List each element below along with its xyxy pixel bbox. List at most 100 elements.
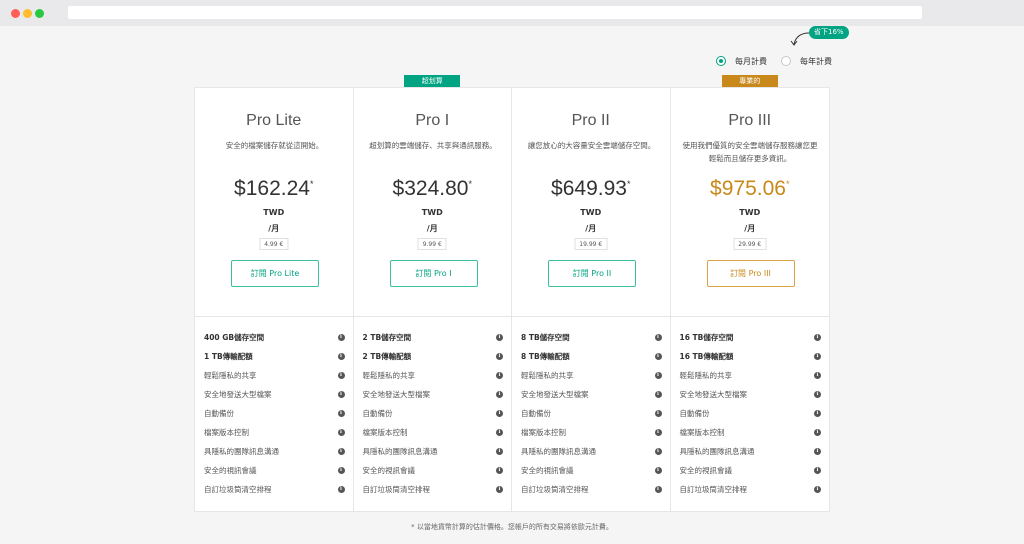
plan-period: /月 xyxy=(426,224,438,233)
plan-eur-price: 19.99 € xyxy=(574,238,608,250)
plan-currency: TWD xyxy=(421,208,443,217)
plan-tag: 專業的 xyxy=(721,75,778,87)
info-icon[interactable]: i xyxy=(654,448,662,455)
divider xyxy=(353,316,511,317)
feature-item: 自訂垃圾筒清空排程 i xyxy=(680,480,821,499)
close-window-icon[interactable] xyxy=(11,9,20,18)
info-icon[interactable]: i xyxy=(814,448,821,455)
monthly-label: 每月計費 xyxy=(735,56,767,66)
feature-item: 安全地發送大型檔案 i xyxy=(680,385,821,404)
info-icon[interactable]: i xyxy=(654,334,662,341)
info-icon[interactable]: i xyxy=(496,410,503,417)
info-icon[interactable]: i xyxy=(337,448,345,455)
info-icon[interactable]: i xyxy=(814,334,821,341)
subscribe-pro-ii-button[interactable]: 訂閱 Pro II xyxy=(548,260,636,287)
feature-item: 自動備份 i xyxy=(363,404,503,423)
feature-item: 2 TB傳輸配額 i xyxy=(363,347,503,366)
info-icon[interactable]: i xyxy=(337,467,345,474)
plan-currency: TWD xyxy=(580,208,602,217)
plan-description: 超划算的雲端儲存、共享與通訊服務。 xyxy=(369,141,497,150)
yearly-radio[interactable] xyxy=(781,56,791,66)
info-icon[interactable]: i xyxy=(654,353,662,360)
price-footnote: * 以當地貨幣計算的估計價格。您帳戶的所有交易將依歐元計費。 xyxy=(411,523,613,531)
info-icon[interactable]: i xyxy=(814,429,821,436)
divider xyxy=(670,316,829,317)
info-icon[interactable]: i xyxy=(814,391,821,398)
info-icon[interactable]: i xyxy=(814,372,821,379)
plan-price: $324.80* xyxy=(392,177,472,200)
feature-list: 8 TB儲存空間 i 8 TB傳輸配額 i 輕鬆隱私的共享 i 安全地發送大型檔案 i … xyxy=(521,328,662,499)
info-icon[interactable]: i xyxy=(337,486,345,493)
feature-item: 自動備份 i xyxy=(680,404,821,423)
feature-item: 安全地發送大型檔案 i xyxy=(363,385,503,404)
divider xyxy=(512,316,670,317)
info-icon[interactable]: i xyxy=(814,353,821,360)
plan-description: 安全的檔案儲存就從這開始。 xyxy=(225,141,324,150)
info-icon[interactable]: i xyxy=(814,467,821,474)
info-icon[interactable]: i xyxy=(496,391,503,398)
subscribe-pro-iii-button[interactable]: 訂閱 Pro III xyxy=(706,260,795,287)
plan-price: $649.93* xyxy=(551,177,631,200)
feature-item: 400 GB儲存空間 i xyxy=(204,328,345,347)
plan-period: /月 xyxy=(744,224,756,233)
info-icon[interactable]: i xyxy=(654,391,662,398)
info-icon[interactable]: i xyxy=(337,429,345,436)
plan-name: Pro III xyxy=(728,112,772,129)
browser-titlebar xyxy=(0,0,1024,26)
feature-item: 8 TB儲存空間 i xyxy=(521,328,662,347)
feature-item: 檔案版本控制 i xyxy=(680,423,821,442)
plan-price: $975.06* xyxy=(710,177,790,200)
plan-description: 使用我們優質的安全雲端儲存服務讓您更輕鬆而且儲存更多資訊。 xyxy=(682,141,818,163)
info-icon[interactable]: i xyxy=(496,486,503,493)
feature-item: 安全地發送大型檔案 i xyxy=(521,385,662,404)
subscribe-pro-lite-button[interactable]: 訂閱 Pro Lite xyxy=(231,260,319,287)
minimize-window-icon[interactable] xyxy=(23,9,32,18)
feature-item: 8 TB傳輸配額 i xyxy=(521,347,662,366)
info-icon[interactable]: i xyxy=(337,372,345,379)
pricing-page: 省下16% 每月計費 每年計費 Pro Lite 安全的檔案儲存就從這開始。 $… xyxy=(0,26,1024,544)
info-icon[interactable]: i xyxy=(496,353,503,360)
feature-item: 2 TB儲存空間 i xyxy=(363,328,503,347)
plan-name: Pro Lite xyxy=(246,112,302,129)
feature-item: 安全的視訊會議 i xyxy=(204,461,345,480)
info-icon[interactable]: i xyxy=(496,448,503,455)
info-icon[interactable]: i xyxy=(654,372,662,379)
maximize-window-icon[interactable] xyxy=(35,9,44,18)
info-icon[interactable]: i xyxy=(814,410,821,417)
feature-list: 400 GB儲存空間 i 1 TB傳輸配額 i 輕鬆隱私的共享 i 安全地發送大型檔案… xyxy=(204,328,345,499)
yearly-label: 每年計費 xyxy=(800,56,832,66)
billing-monthly-option[interactable]: 每月計費 xyxy=(716,53,767,69)
info-icon[interactable]: i xyxy=(654,410,662,417)
feature-list: 16 TB儲存空間 i 16 TB傳輸配額 i 輕鬆隱私的共享 i 安全地發送大型檔案… xyxy=(680,328,821,499)
plan-eur-price: 29.99 € xyxy=(733,238,767,250)
feature-item: 具隱私的團隊訊息溝通 i xyxy=(204,442,345,461)
info-icon[interactable]: i xyxy=(337,410,345,417)
feature-item: 檔案版本控制 i xyxy=(363,423,503,442)
billing-yearly-option[interactable]: 每年計費 xyxy=(781,53,832,69)
info-icon[interactable]: i xyxy=(496,467,503,474)
address-bar[interactable] xyxy=(68,6,922,19)
plan-price: $162.24* xyxy=(234,177,314,200)
plan-period: /月 xyxy=(268,224,280,233)
info-icon[interactable]: i xyxy=(654,429,662,436)
info-icon[interactable]: i xyxy=(337,353,345,360)
info-icon[interactable]: i xyxy=(654,467,662,474)
feature-item: 具隱私的團隊訊息溝通 i xyxy=(363,442,503,461)
info-icon[interactable]: i xyxy=(337,391,345,398)
subscribe-pro-i-button[interactable]: 訂閱 Pro I xyxy=(389,260,478,287)
info-icon[interactable]: i xyxy=(496,372,503,379)
info-icon[interactable]: i xyxy=(814,486,821,493)
feature-item: 自動備份 i xyxy=(521,404,662,423)
plan-card-pro-lite: Pro Lite 安全的檔案儲存就從這開始。 $162.24* TWD /月 4… xyxy=(195,88,354,511)
feature-item: 具隱私的團隊訊息溝通 i xyxy=(680,442,821,461)
feature-item: 自訂垃圾筒清空排程 i xyxy=(363,480,503,499)
pricing-table: Pro Lite 安全的檔案儲存就從這開始。 $162.24* TWD /月 4… xyxy=(194,75,830,512)
monthly-radio[interactable] xyxy=(716,56,726,66)
feature-item: 檔案版本控制 i xyxy=(521,423,662,442)
info-icon[interactable]: i xyxy=(496,334,503,341)
info-icon[interactable]: i xyxy=(654,486,662,493)
info-icon[interactable]: i xyxy=(496,429,503,436)
feature-item: 安全的視訊會議 i xyxy=(680,461,821,480)
plan-name: Pro II xyxy=(571,112,610,129)
info-icon[interactable]: i xyxy=(337,334,345,341)
